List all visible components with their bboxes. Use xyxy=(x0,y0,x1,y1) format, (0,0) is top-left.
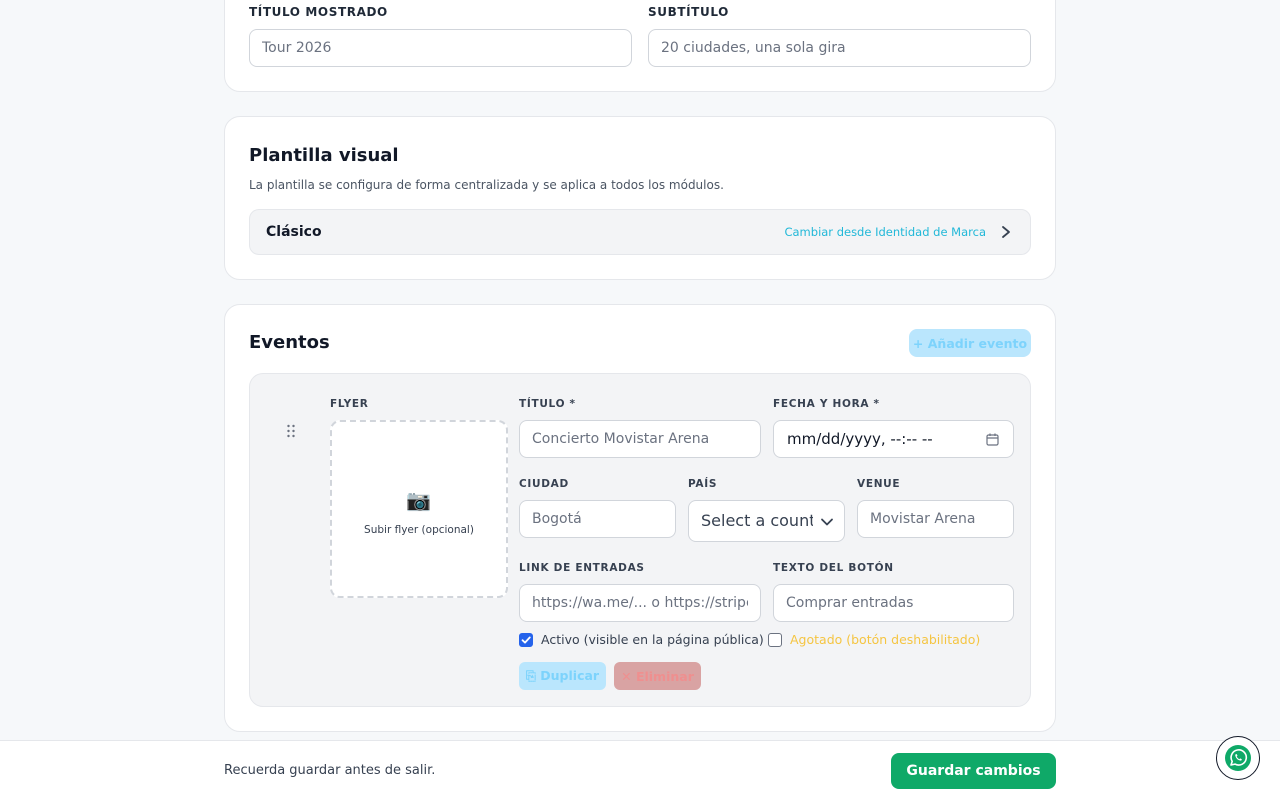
flyer-upload-text: Subir flyer (opcional) xyxy=(364,524,474,536)
checkmark-icon xyxy=(521,636,531,643)
flyer-upload[interactable]: 📷 Subir flyer (opcional) xyxy=(330,420,508,598)
template-card: Plantilla visual La plantilla se configu… xyxy=(224,116,1056,280)
subtitle-input[interactable] xyxy=(648,29,1031,67)
country-select[interactable]: Select a country xyxy=(688,500,845,542)
button-text-label: TEXTO DEL BOTÓN xyxy=(773,562,894,574)
soldout-label: Agotado (botón deshabilitado) xyxy=(790,632,981,647)
active-label: Activo (visible en la página pública) xyxy=(541,632,764,647)
tickets-input[interactable] xyxy=(519,584,761,622)
chevron-down-icon xyxy=(821,518,833,526)
footer-message: Recuerda guardar antes de salir. xyxy=(224,763,436,778)
button-text-input[interactable] xyxy=(773,584,1014,622)
tickets-label: LINK DE ENTRADAS xyxy=(519,562,645,574)
add-event-button[interactable]: + Añadir evento xyxy=(909,329,1031,357)
subtitle-label: SUBTÍTULO xyxy=(648,5,729,19)
chevron-right-icon xyxy=(1002,226,1010,238)
events-heading: Eventos xyxy=(249,332,330,353)
camera-icon: 📷 xyxy=(406,488,431,512)
flyer-label: FLYER xyxy=(330,398,369,410)
datetime-input[interactable]: mm/dd/yyyy, --:-- -- xyxy=(773,420,1014,458)
calendar-icon[interactable] xyxy=(986,433,999,446)
city-input[interactable] xyxy=(519,500,676,538)
whatsapp-icon xyxy=(1225,745,1251,771)
drag-handle-icon[interactable] xyxy=(286,424,296,438)
active-toggle[interactable]: Activo (visible en la página pública) xyxy=(519,632,764,647)
template-selector[interactable]: Clásico Cambiar desde Identidad de Marca xyxy=(249,209,1031,255)
whatsapp-button[interactable] xyxy=(1216,736,1260,780)
header-settings-card: TÍTULO MOSTRADO SUBTÍTULO xyxy=(224,0,1056,92)
events-card: Eventos + Añadir evento FLYER 📷 Subir fl… xyxy=(224,304,1056,732)
event-title-input[interactable] xyxy=(519,420,761,458)
country-value: Select a country xyxy=(701,511,813,530)
change-template-link[interactable]: Cambiar desde Identidad de Marca xyxy=(784,225,986,239)
template-name: Clásico xyxy=(266,224,322,240)
datetime-value: mm/dd/yyyy, --:-- -- xyxy=(787,430,933,448)
active-checkbox[interactable] xyxy=(519,632,533,647)
city-label: CIUDAD xyxy=(519,478,569,490)
soldout-toggle[interactable]: Agotado (botón deshabilitado) xyxy=(768,632,980,647)
soldout-checkbox[interactable] xyxy=(768,632,782,647)
title-label: TÍTULO MOSTRADO xyxy=(249,5,388,19)
event-item: FLYER 📷 Subir flyer (opcional) TÍTULO * … xyxy=(249,373,1031,707)
event-title-label: TÍTULO * xyxy=(519,398,576,410)
save-changes-button[interactable]: Guardar cambios xyxy=(891,753,1056,789)
footer-bar: Recuerda guardar antes de salir. Guardar… xyxy=(0,740,1280,800)
delete-button[interactable]: ✕ Eliminar xyxy=(614,662,701,690)
duplicate-button[interactable]: ⎘ Duplicar xyxy=(519,662,606,690)
venue-input[interactable] xyxy=(857,500,1014,538)
country-label: PAÍS xyxy=(688,478,718,490)
venue-label: VENUE xyxy=(857,478,901,490)
datetime-label: FECHA Y HORA * xyxy=(773,398,880,410)
template-heading: Plantilla visual xyxy=(249,145,399,166)
template-description: La plantilla se configura de forma centr… xyxy=(249,178,724,192)
title-input[interactable] xyxy=(249,29,632,67)
